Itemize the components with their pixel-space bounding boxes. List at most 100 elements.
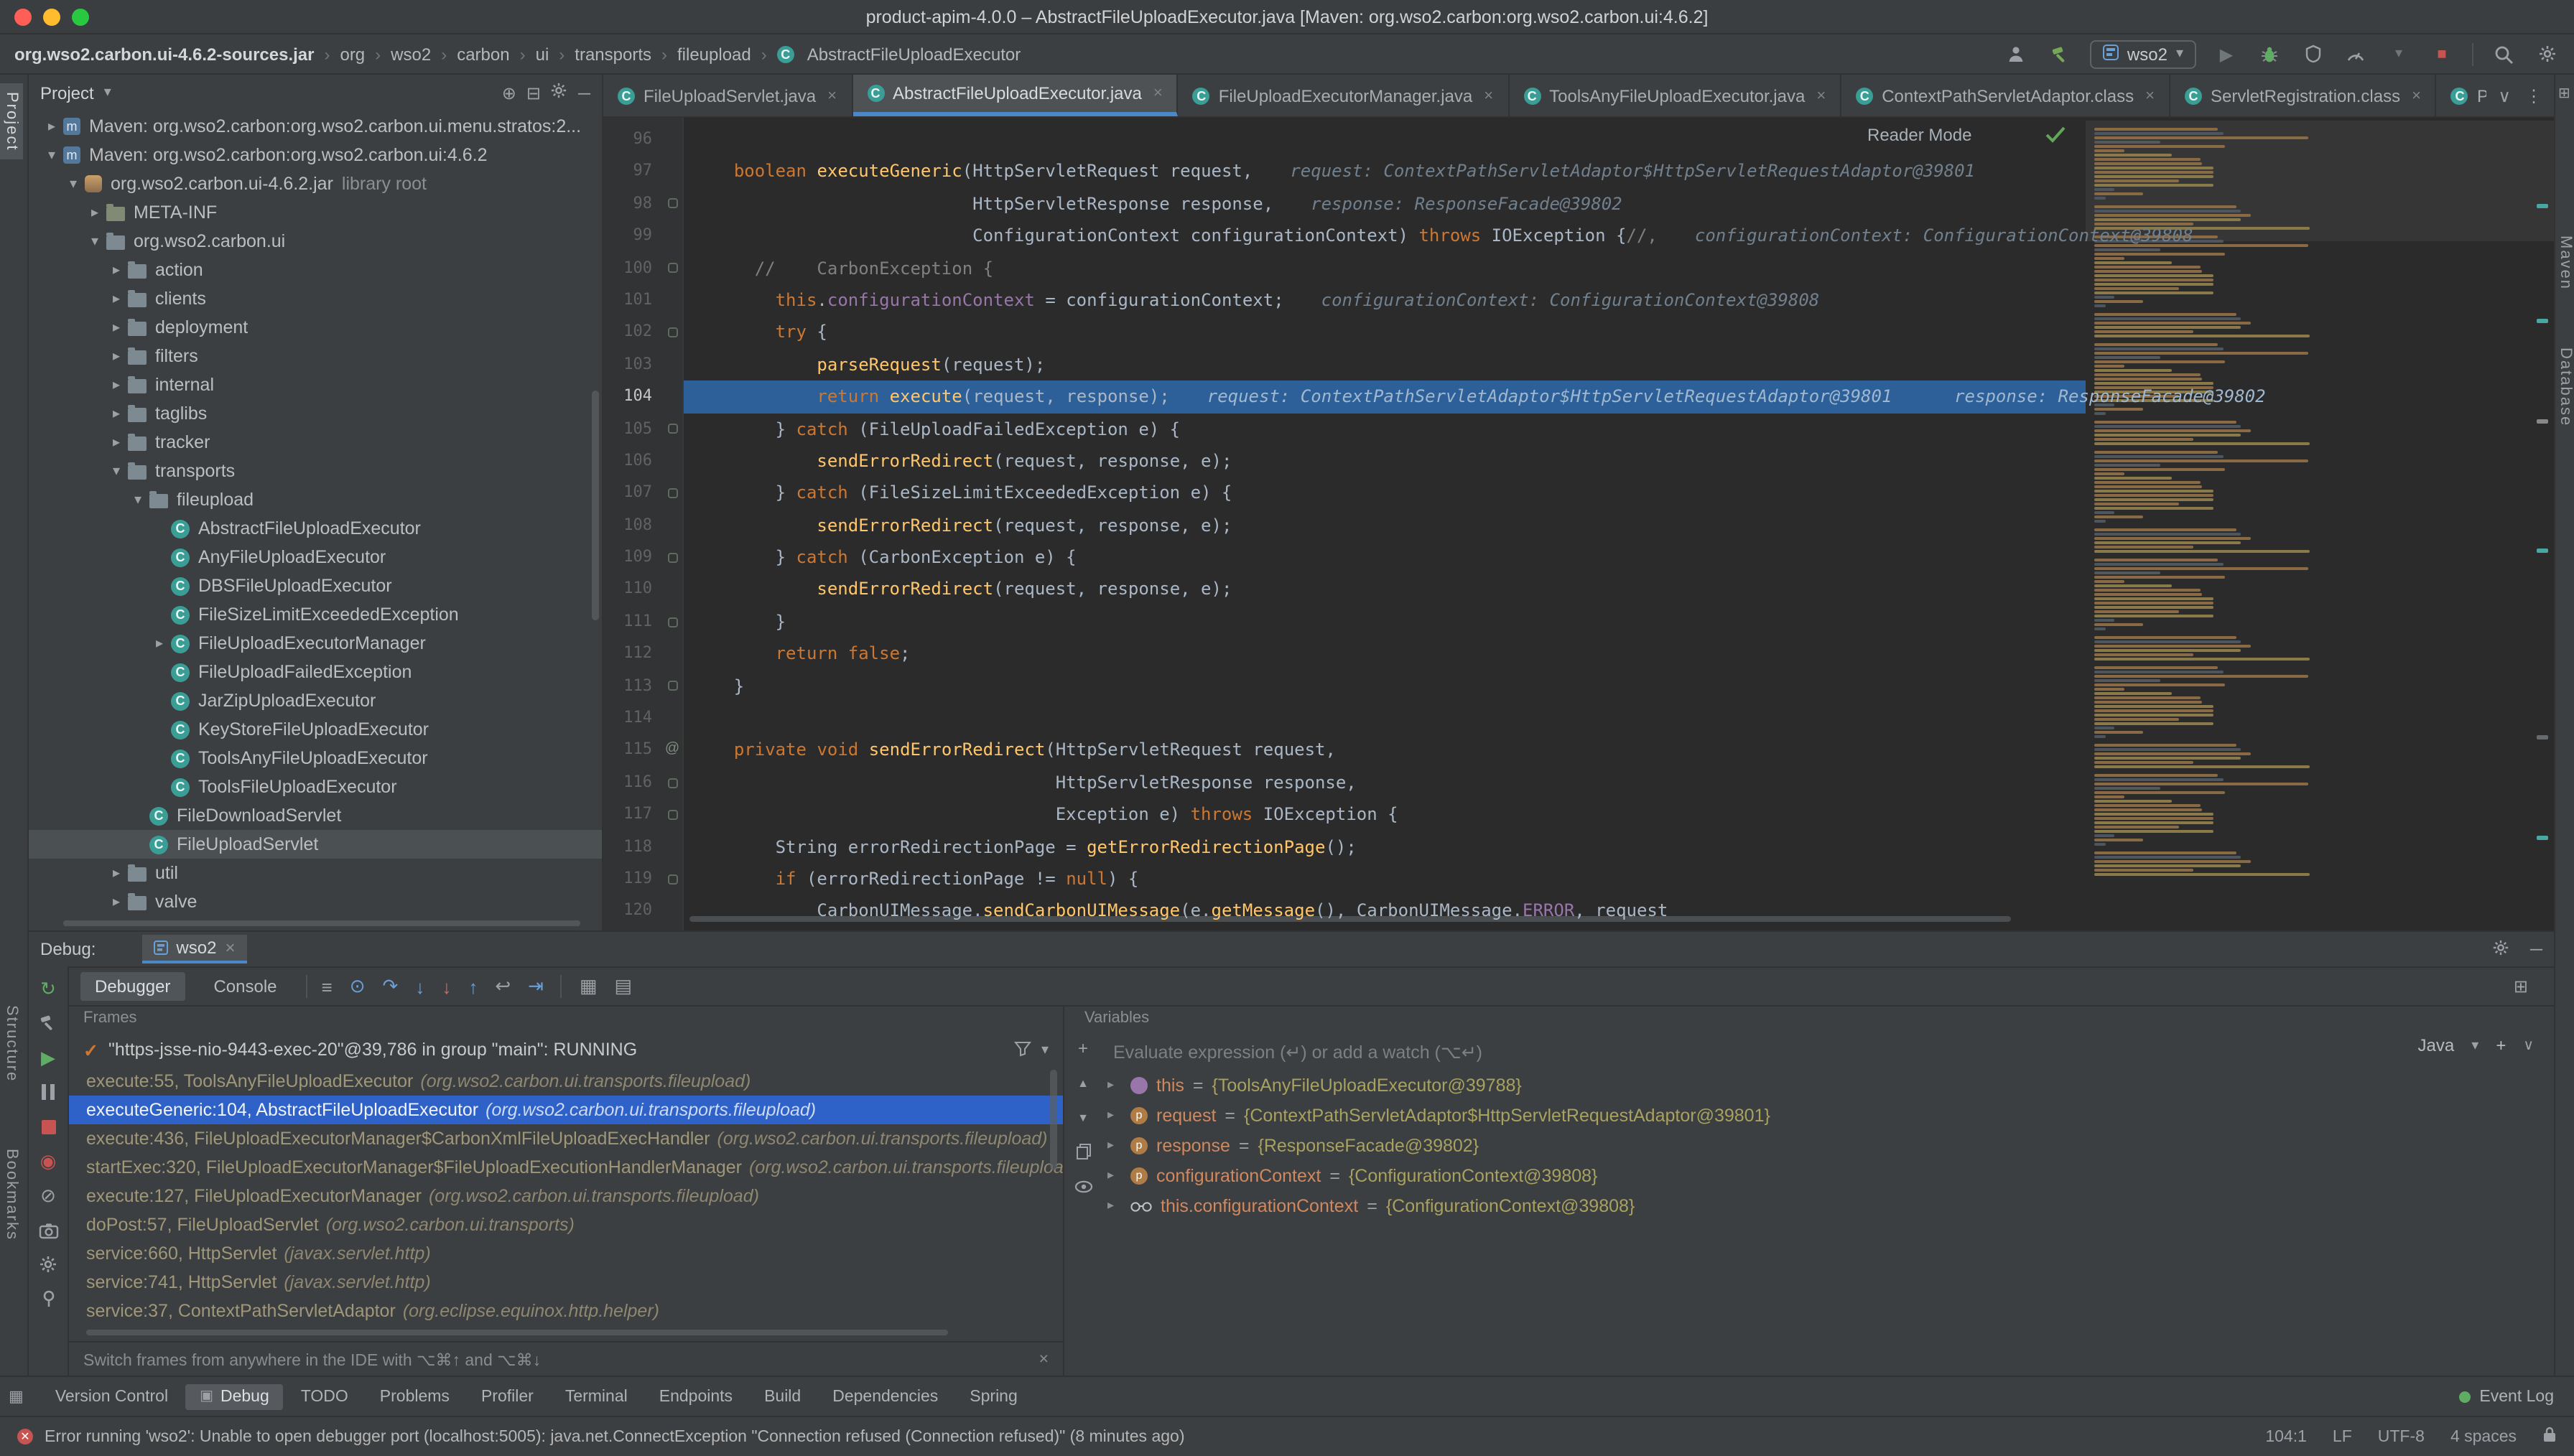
tree-chevron-icon[interactable]: ▸ bbox=[105, 406, 128, 421]
fold-marker-icon[interactable] bbox=[667, 553, 677, 563]
editor-tab[interactable]: CServletRegistration.class× bbox=[2170, 75, 2437, 116]
tree-chevron-icon[interactable]: ▾ bbox=[105, 463, 128, 479]
run-config-select[interactable]: wso2 ▾ bbox=[2090, 39, 2196, 68]
tree-item[interactable]: ▾fileupload bbox=[29, 485, 602, 514]
editor-tab[interactable]: CContextPathServletAdaptor.class× bbox=[1841, 75, 2170, 116]
chevron-down-icon[interactable]: ▾ bbox=[1041, 1042, 1049, 1058]
tree-chevron-icon[interactable]: ▸ bbox=[1107, 1198, 1122, 1213]
breadcrumb-item[interactable]: wso2 bbox=[391, 44, 431, 64]
line-number[interactable]: 118 bbox=[603, 831, 661, 863]
thread-selector[interactable]: ✓ "https-jsse-nio-9443-exec-20"@39,786 i… bbox=[69, 1032, 1063, 1067]
line-number[interactable]: 102 bbox=[603, 317, 661, 349]
tree-item[interactable]: ▸util bbox=[29, 859, 602, 887]
breadcrumb-item[interactable]: carbon bbox=[457, 44, 509, 64]
line-number[interactable]: 107 bbox=[603, 477, 661, 510]
tree-item[interactable]: CAnyFileUploadExecutor bbox=[29, 543, 602, 571]
close-icon[interactable]: × bbox=[1816, 87, 1826, 104]
line-number[interactable]: 116 bbox=[603, 767, 661, 799]
editor-tab[interactable]: CAbstractFileUploadExecutor.java× bbox=[852, 75, 1179, 116]
gutter-icon[interactable] bbox=[661, 252, 684, 284]
tree-item[interactable]: ▸action bbox=[29, 256, 602, 284]
force-step-into-icon[interactable]: ↓ bbox=[442, 976, 451, 997]
stack-frame-row[interactable]: execute:127, FileUploadExecutorManager(o… bbox=[69, 1182, 1063, 1210]
indent-setting[interactable]: 4 spaces bbox=[2450, 1428, 2517, 1445]
editor-tab[interactable]: CFileUploadExecutorManager.java× bbox=[1179, 75, 1509, 116]
move-down-icon[interactable]: ▼ bbox=[1077, 1107, 1089, 1127]
layout-settings-icon[interactable]: ▤ bbox=[615, 975, 633, 998]
tool-stripe-structure[interactable]: Structure bbox=[3, 1005, 20, 1082]
search-everywhere-icon[interactable] bbox=[2491, 41, 2517, 67]
line-number[interactable]: 120 bbox=[603, 895, 661, 928]
profiler-button[interactable] bbox=[2343, 41, 2369, 67]
window-icon[interactable]: ⊞ bbox=[2558, 86, 2570, 102]
tree-item[interactable]: ▾transports bbox=[29, 457, 602, 485]
drop-frame-icon[interactable]: ↩ bbox=[495, 975, 511, 998]
move-up-icon[interactable]: ▲ bbox=[1077, 1073, 1089, 1093]
chevron-down-icon[interactable]: ∨ bbox=[2523, 1037, 2534, 1053]
code-line[interactable]: 104 return execute(request, response);re… bbox=[603, 381, 2554, 413]
line-number[interactable]: 110 bbox=[603, 574, 661, 606]
tree-item[interactable]: ▸CFileUploadExecutorManager bbox=[29, 629, 602, 658]
stack-frame-row[interactable]: service:741, HttpServlet(javax.servlet.h… bbox=[69, 1268, 1063, 1297]
close-icon[interactable]: × bbox=[827, 87, 837, 104]
chevron-down-icon[interactable]: ▾ bbox=[104, 85, 111, 101]
eye-icon[interactable] bbox=[1074, 1176, 1092, 1196]
tree-chevron-icon[interactable]: ▸ bbox=[1107, 1107, 1122, 1123]
line-number[interactable]: 99 bbox=[603, 220, 661, 252]
tree-chevron-icon[interactable]: ▾ bbox=[62, 176, 85, 192]
tool-stripe-maven[interactable]: Maven bbox=[2557, 235, 2574, 290]
inspection-profile-icon[interactable] bbox=[2004, 41, 2030, 67]
pin-icon[interactable] bbox=[40, 1288, 57, 1310]
project-tree-vertical-scrollbar[interactable] bbox=[592, 391, 599, 620]
panel-settings-gear-icon[interactable] bbox=[551, 82, 568, 103]
close-icon[interactable]: × bbox=[225, 938, 235, 958]
debug-settings-gear-icon[interactable] bbox=[2493, 938, 2510, 960]
stack-frame-row[interactable]: executeGeneric:104, AbstractFileUploadEx… bbox=[69, 1096, 1063, 1124]
tree-chevron-icon[interactable]: ▸ bbox=[1107, 1167, 1122, 1183]
chevron-down-icon[interactable]: ▾ bbox=[2471, 1037, 2478, 1053]
gutter-icon[interactable] bbox=[661, 798, 684, 831]
tree-item[interactable]: CFileUploadFailedException bbox=[29, 658, 602, 686]
line-number[interactable]: 97 bbox=[603, 156, 661, 188]
frames-horizontal-scrollbar[interactable] bbox=[86, 1330, 948, 1335]
tree-chevron-icon[interactable]: ▸ bbox=[40, 118, 63, 134]
restore-layout-icon[interactable]: ≡ bbox=[322, 976, 333, 997]
tree-chevron-icon[interactable]: ▸ bbox=[148, 635, 171, 651]
error-stripe-mark[interactable] bbox=[2537, 549, 2548, 553]
mute-breakpoints-icon[interactable]: ⊘ bbox=[40, 1185, 56, 1206]
debug-session-tab[interactable]: wso2 × bbox=[141, 935, 246, 963]
tree-item[interactable]: ▸filters bbox=[29, 342, 602, 370]
tree-chevron-icon[interactable]: ▸ bbox=[105, 319, 128, 335]
fold-marker-icon[interactable] bbox=[667, 874, 677, 884]
tree-item[interactable]: ▸tracker bbox=[29, 428, 602, 457]
layout-icon[interactable]: ⊞ bbox=[2514, 976, 2542, 997]
close-icon[interactable]: × bbox=[2145, 87, 2155, 104]
tree-chevron-icon[interactable]: ▾ bbox=[126, 492, 149, 508]
inspections-ok-icon[interactable] bbox=[2045, 126, 2066, 144]
tree-item[interactable]: ▸internal bbox=[29, 370, 602, 399]
tree-item[interactable]: ▸valve bbox=[29, 887, 602, 916]
close-window-button[interactable] bbox=[14, 8, 32, 25]
gutter-icon[interactable]: @ bbox=[661, 734, 684, 767]
tool-window-button-todo[interactable]: TODO bbox=[287, 1383, 363, 1409]
debug-button[interactable] bbox=[2257, 41, 2282, 67]
hide-panel-icon[interactable]: ─ bbox=[578, 83, 590, 103]
variable-row[interactable]: ▸pconfigurationContext={ConfigurationCon… bbox=[1107, 1160, 2554, 1190]
tree-chevron-icon[interactable]: ▸ bbox=[105, 291, 128, 307]
tool-stripe-database[interactable]: Database bbox=[2557, 347, 2574, 426]
fold-marker-icon[interactable] bbox=[667, 778, 677, 788]
project-tree-horizontal-scrollbar[interactable] bbox=[63, 920, 580, 926]
tool-window-button-endpoints[interactable]: Endpoints bbox=[645, 1383, 747, 1409]
event-log-button[interactable]: Event Log bbox=[2459, 1388, 2565, 1405]
close-icon[interactable]: × bbox=[1039, 1350, 1049, 1368]
frames-vertical-scrollbar[interactable] bbox=[1050, 1070, 1057, 1170]
tree-item[interactable]: CAbstractFileUploadExecutor bbox=[29, 514, 602, 543]
tree-chevron-icon[interactable]: ▾ bbox=[83, 233, 106, 249]
variable-row[interactable]: ▸this.configurationContext={Configuratio… bbox=[1107, 1190, 2554, 1221]
tree-chevron-icon[interactable]: ▸ bbox=[105, 894, 128, 910]
breadcrumb-item[interactable]: ui bbox=[536, 44, 549, 64]
run-to-cursor-icon[interactable]: ⇥ bbox=[528, 975, 544, 998]
line-number[interactable]: 98 bbox=[603, 188, 661, 220]
build-hammer-icon[interactable] bbox=[2047, 41, 2073, 67]
stop-icon[interactable] bbox=[41, 1116, 55, 1137]
